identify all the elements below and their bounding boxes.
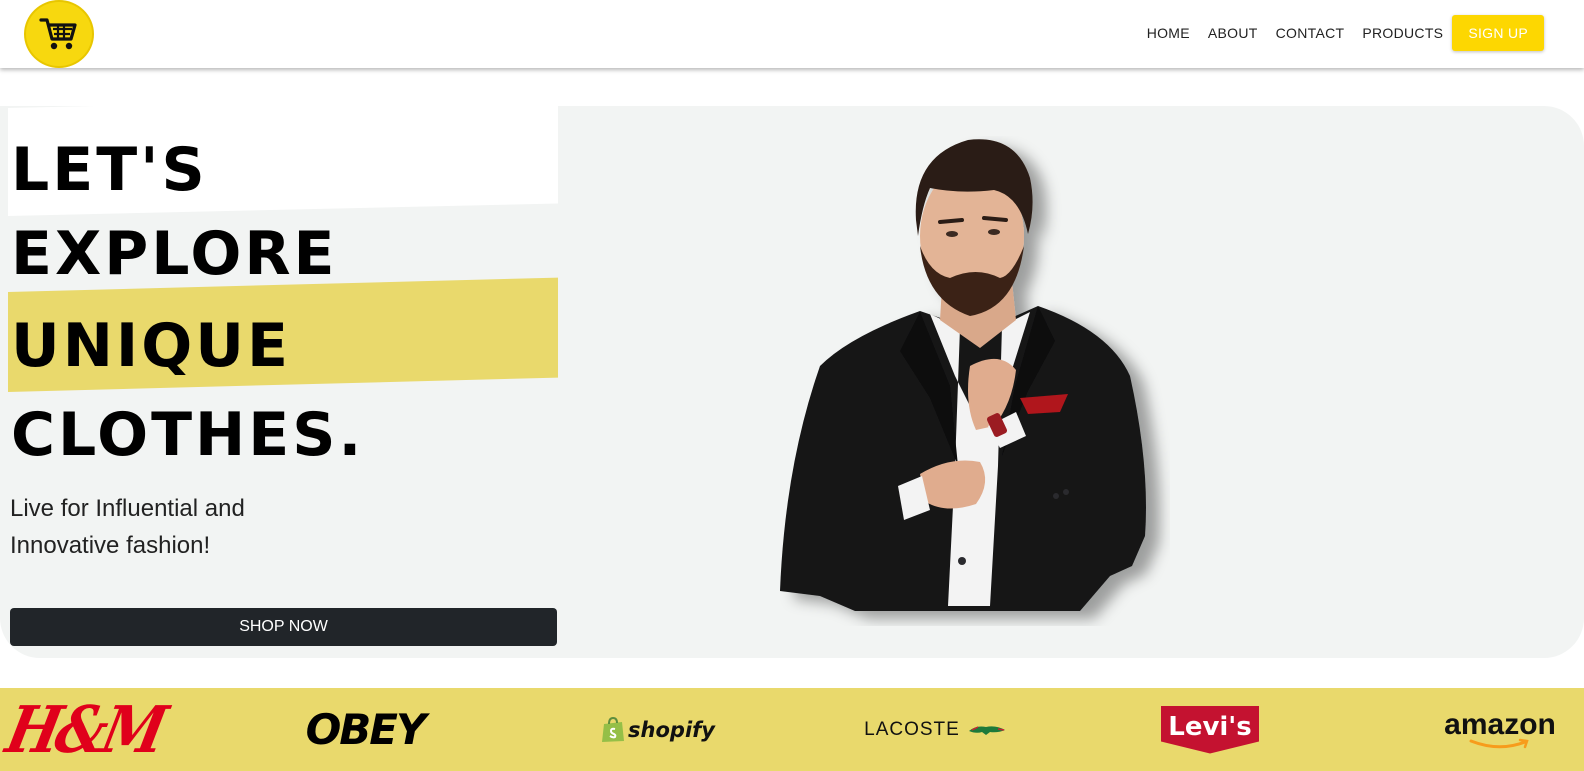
headline-line-3: UNIQUE — [11, 311, 291, 381]
brand-shopify-logo: shopify — [598, 688, 718, 771]
logo[interactable] — [24, 0, 94, 68]
crocodile-icon — [968, 725, 1005, 735]
shopping-cart-icon — [39, 18, 77, 50]
brand-shopify-text: shopify — [628, 717, 715, 742]
brand-amazon-text: amazon — [1444, 707, 1556, 741]
navbar: HOME ABOUT CONTACT PRODUCTS SIGN UP — [0, 0, 1584, 68]
sign-up-button[interactable]: SIGN UP — [1452, 15, 1544, 51]
brand-hm-logo: H&M — [0, 688, 170, 771]
headline-line-1: LET'S — [11, 135, 208, 205]
nav-link-products[interactable]: PRODUCTS — [1362, 25, 1443, 41]
brand-levis-logo: Levi's — [1158, 688, 1262, 771]
amazon-smile-icon — [1469, 738, 1529, 748]
brand-logos-strip: H&M OBEY shopify LACOSTE Levi's amazon — [0, 688, 1584, 771]
nav-link-contact[interactable]: CONTACT — [1276, 25, 1345, 41]
nav-link-home[interactable]: HOME — [1147, 25, 1190, 41]
shop-now-button[interactable]: SHOP NOW — [10, 608, 557, 646]
nav-links: HOME ABOUT CONTACT PRODUCTS SIGN UP — [1129, 15, 1544, 51]
shopify-bag-icon — [602, 716, 625, 742]
headline-line-2: EXPLORE — [11, 219, 338, 289]
nav-link-about[interactable]: ABOUT — [1208, 25, 1258, 41]
hero-tagline: Live for Influential and Innovative fash… — [10, 495, 245, 559]
brand-levis-text: Levi's — [1168, 711, 1252, 742]
brand-obey-logo: OBEY — [300, 688, 430, 771]
headline-line-4: CLOTHES. — [11, 400, 365, 470]
brand-hm-text: H&M — [0, 691, 170, 768]
model-photo — [780, 139, 1146, 611]
brand-lacoste-logo: LACOSTE — [860, 688, 1010, 771]
brand-amazon-logo: amazon — [1444, 688, 1556, 771]
brand-lacoste-text: LACOSTE — [864, 718, 960, 740]
brand-obey-text: OBEY — [305, 705, 427, 754]
